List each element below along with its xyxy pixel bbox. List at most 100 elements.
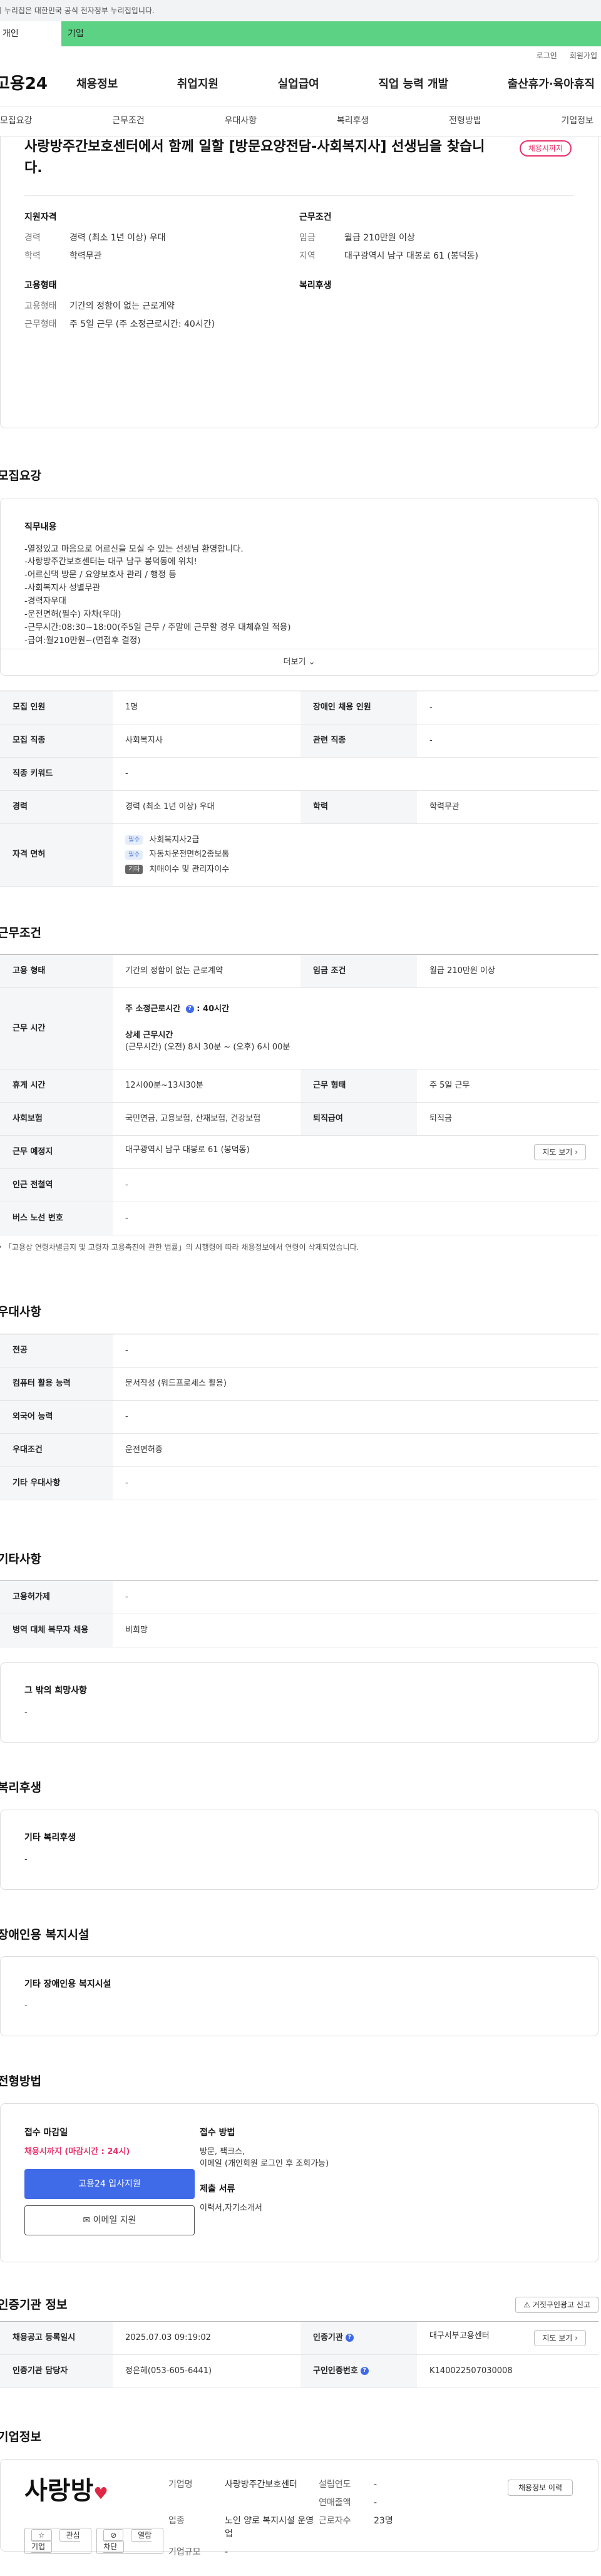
detailed-hours-value: (근무시간) (오전) 8시 30분 ~ (오후) 6시 00분 bbox=[125, 1043, 290, 1053]
deadline-value: 채용시까지 (마감시간 : 24시) bbox=[24, 2146, 130, 2156]
company-size-label: 기업규모 bbox=[168, 2547, 201, 2557]
industry-value: 노인 양로 복지시설 운영업 bbox=[225, 2515, 314, 2539]
cert-map-button[interactable]: 지도 보기 › bbox=[534, 2330, 586, 2346]
cert-header: 인증기관 정보 ⚠ 거짓구인광고 신고 bbox=[0, 2296, 601, 2314]
site-logo[interactable]: 고용24 bbox=[0, 72, 76, 96]
other-wishes-label: 그 밖의 희망사항 bbox=[24, 1686, 87, 1696]
other-preference-label: 기타 우대사항 bbox=[0, 1466, 113, 1500]
license-list: 필수 사회복지사2급 필수 자동차운전면허2종보통 기타 치매이수 및 관리자이수 bbox=[113, 823, 598, 887]
career-value: 경력 (최소 1년 이상) 우대 bbox=[113, 790, 300, 824]
subnav-recruit[interactable]: 모집요강 bbox=[0, 115, 33, 128]
job-description-label: 직무내용 bbox=[24, 522, 57, 532]
info-icon[interactable]: ? bbox=[345, 2334, 354, 2342]
rest-label: 휴게 시간 bbox=[0, 1069, 113, 1103]
signup-link[interactable]: 회원가입 bbox=[570, 51, 597, 60]
license-item: 기타 치매이수 및 관리자이수 bbox=[125, 863, 586, 876]
bus-value: - bbox=[113, 1202, 598, 1235]
education-value: 학력무관 bbox=[417, 790, 598, 824]
cert-org-label-text: 인증기관 bbox=[313, 2333, 343, 2343]
occupation-label: 모집 직종 bbox=[0, 724, 113, 758]
qualification-heading: 지원자격 bbox=[24, 212, 57, 223]
emp-type-label: 고용형태 bbox=[24, 301, 57, 312]
tab-individual[interactable]: 개인 bbox=[0, 21, 61, 46]
emp-type-value: 기간의 정함이 없는 근로계약 bbox=[113, 954, 300, 988]
subnav-welfare[interactable]: 복리후생 bbox=[337, 115, 369, 128]
user-type-tabs: 개인 기업 bbox=[0, 21, 601, 46]
chevron-down-icon: ⌄ bbox=[308, 657, 316, 667]
disabled-hire-label: 장애인 채용 인원 bbox=[300, 690, 417, 724]
more-button[interactable]: 더보기 ⌄ bbox=[1, 648, 598, 675]
other-wishes-card: 그 밖의 희망사항 - bbox=[0, 1662, 598, 1743]
license-item: 필수 자동차운전면허2종보통 bbox=[125, 848, 586, 861]
alert-icon: ⚠ bbox=[523, 2300, 531, 2309]
menu-training[interactable]: 직업 능력 개발 bbox=[378, 76, 448, 93]
welfare-heading: 복리후생 bbox=[299, 281, 332, 291]
sales-label: 연매출액 bbox=[319, 2497, 351, 2508]
license-tag: 필수 bbox=[125, 835, 143, 845]
employees-label: 근로자수 bbox=[319, 2515, 351, 2526]
wage-label: 임금 조건 bbox=[300, 954, 417, 988]
menu-employment-support[interactable]: 취업지원 bbox=[177, 76, 218, 93]
company-section-title: 기업정보 bbox=[0, 2430, 41, 2444]
info-icon[interactable]: ? bbox=[185, 1005, 194, 1014]
chevron-right-icon: › bbox=[575, 1148, 578, 1157]
weekly-hours-value: 40시간 bbox=[203, 1004, 230, 1014]
chevron-right-icon: › bbox=[575, 2334, 578, 2342]
cert-map-label: 지도 보기 bbox=[542, 2334, 573, 2342]
disabled-facility-value: - bbox=[24, 2001, 28, 2011]
report-fake-ad-button[interactable]: ⚠ 거짓구인광고 신고 bbox=[515, 2296, 598, 2313]
education-value: 학력무관 bbox=[69, 251, 102, 262]
weekly-hours-label: 주 소정근로시간 bbox=[125, 1004, 181, 1014]
email-apply-button[interactable]: ✉ 이메일 지원 bbox=[24, 2205, 195, 2235]
wage-value: 월급 210만원 이상 bbox=[417, 954, 598, 988]
info-icon[interactable]: ? bbox=[360, 2367, 369, 2376]
menu-unemployment[interactable]: 실업급여 bbox=[278, 76, 319, 93]
hiring-history-button[interactable]: 채용정보 이력 bbox=[507, 2479, 573, 2496]
company-logo: 사랑방♥ bbox=[24, 2478, 168, 2506]
cert-manager-label: 인증기관 담당자 bbox=[0, 2354, 113, 2388]
workplace-address: 대구광역시 남구 대봉로 61 (봉덕동) bbox=[125, 1145, 250, 1155]
age-note-text: 「고용상 연령차별금지 및 고령자 고용촉진에 관한 법률」의 시행령에 따라 … bbox=[4, 1243, 359, 1252]
major-label: 전공 bbox=[0, 1333, 113, 1368]
military-value: 비희망 bbox=[113, 1614, 598, 1647]
block-icon: ⊘ bbox=[103, 2528, 124, 2542]
language-label: 외국어 능력 bbox=[0, 1400, 113, 1434]
subnav-conditions[interactable]: 근무조건 bbox=[112, 115, 145, 128]
rest-value: 12시00분~13시30분 bbox=[113, 1069, 300, 1103]
block-view-button[interactable]: ⊘ 열람차단 bbox=[96, 2527, 163, 2554]
est-year-label: 설립연도 bbox=[319, 2479, 351, 2490]
related-occupation-label: 관련 직종 bbox=[300, 724, 417, 758]
license-name: 사회복지사2급 bbox=[149, 835, 200, 845]
industry-label: 업종 bbox=[168, 2515, 185, 2526]
job-summary-card: 사랑방주간보호센터에서 함께 일할 [방문요양전담-사회복지사] 선생님을 찾습… bbox=[0, 137, 598, 428]
welfare-label: 기타 복리후생 bbox=[24, 1832, 76, 1843]
favorite-company-button[interactable]: ☆ 관심기업 bbox=[24, 2527, 92, 2554]
subnav-preferences[interactable]: 우대사항 bbox=[225, 115, 257, 128]
education-label: 학력 bbox=[24, 251, 41, 262]
work-form-value: 주 5일 근무 bbox=[417, 1069, 598, 1103]
career-label: 경력 bbox=[24, 233, 41, 244]
menu-jobs[interactable]: 채용정보 bbox=[76, 76, 118, 93]
map-button[interactable]: 지도 보기 › bbox=[534, 1144, 586, 1160]
tab-business[interactable]: 기업 bbox=[61, 21, 601, 46]
company-info: 기업명 사랑방주간보호센터 설립연도 - 연매출액 - 업종 노인 양로 복지시설 운영업… bbox=[168, 2478, 393, 2557]
conditions-table: 고용 형태 기간의 정함이 없는 근로계약 임금 조건 월급 210만원 이상 … bbox=[0, 954, 598, 1235]
disabled-facility-card: 기타 장애인용 복지시설 - bbox=[0, 1956, 598, 2036]
login-link[interactable]: 로그인 bbox=[537, 51, 557, 60]
work-type-value: 주 5일 근무 (주 소정근로시간: 40시간) bbox=[69, 319, 215, 330]
subnav-process[interactable]: 전형방법 bbox=[449, 115, 481, 128]
license-tag: 기타 bbox=[125, 865, 143, 874]
apply-button[interactable]: 고용24 입사지원 bbox=[24, 2169, 195, 2199]
other-preference-value: - bbox=[113, 1466, 598, 1500]
menu-parental-leave[interactable]: 출산휴가·육아휴직 bbox=[508, 76, 595, 93]
region-value: 대구광역시 남구 대봉로 61 (봉덕동) bbox=[344, 251, 478, 262]
preferences-section-title: 우대사항 bbox=[0, 1305, 41, 1319]
subnav-company[interactable]: 기업정보 bbox=[561, 115, 593, 128]
heart-icon: ♥ bbox=[93, 2484, 108, 2503]
gov-banner: 이 누리집은 대한민국 공식 전자정부 누리집입니다. bbox=[0, 0, 601, 21]
section-nav: 모집요강 근무조건 우대사항 복리후생 전형방법 기업정보 bbox=[0, 106, 601, 137]
license-name: 치매이수 및 관리자이수 bbox=[149, 864, 230, 874]
language-value: - bbox=[113, 1400, 598, 1434]
related-occupation-value: - bbox=[417, 724, 598, 758]
method-value: 방문, 팩크스, 이메일 (개인회원 로그인 후 조회가능) bbox=[200, 2146, 329, 2169]
